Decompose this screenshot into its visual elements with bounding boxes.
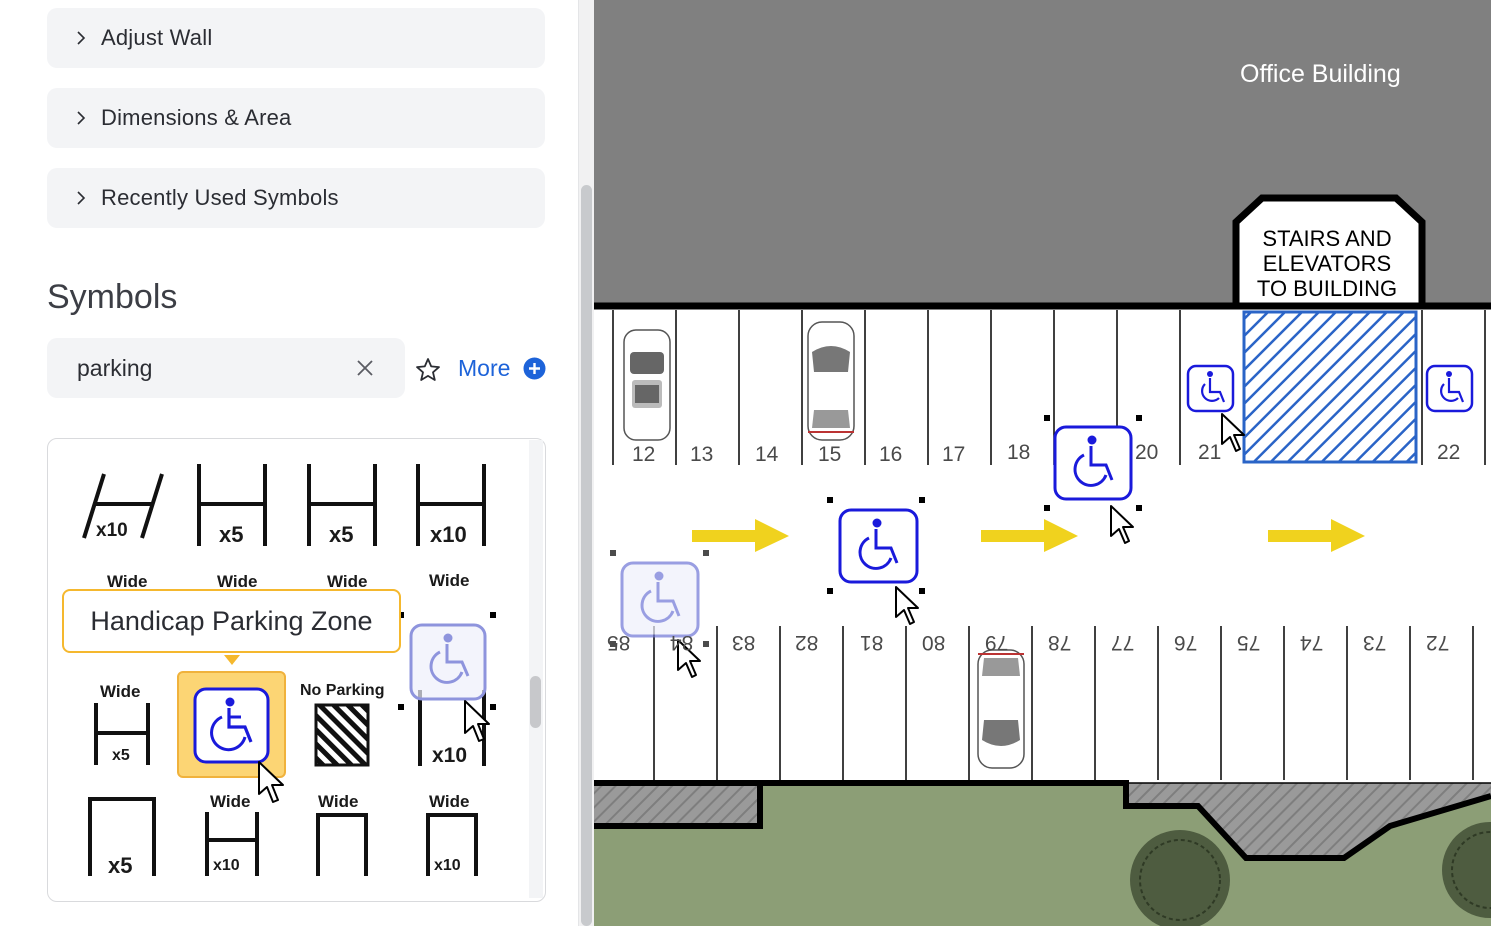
stall-number: 20 [1135,441,1159,464]
symbol-count-label: x5 [112,747,130,764]
car-stall-12 [623,329,671,441]
panel-scrollbar-thumb[interactable] [530,676,541,728]
building-label: Office Building [1240,60,1401,88]
more-link[interactable]: More [458,355,510,382]
car-stall-79 [977,649,1025,769]
stall-number: 75 [1237,631,1261,654]
symbol-count-label: x10 [213,857,240,874]
stall-number: 73 [1363,631,1387,654]
symbol-caption: No Parking [300,682,385,699]
placed-handicap-selected [1044,415,1142,511]
traffic-arrows [692,519,1365,552]
symbols-heading: Symbols [47,278,178,316]
symbol-caption: Wide [429,792,470,811]
stairs-label-line: STAIRS AND [1262,226,1392,251]
stall-number: 81 [860,631,884,654]
stall-number: 83 [732,631,756,654]
stall-number: 76 [1174,631,1198,654]
symbol-search-box [47,338,405,398]
stairs-label-line: TO BUILDING [1256,276,1398,301]
stall-number: 72 [1426,631,1450,654]
stall-number: 15 [818,443,842,466]
placed-handicap-selected [827,497,925,594]
symbol-count-label: x5 [108,853,133,878]
accordion-dimensions-area[interactable]: Dimensions & Area [47,88,545,148]
mouse-cursor-icon [258,761,284,803]
mouse-cursor-icon [464,700,490,742]
stall-number: 82 [795,631,819,654]
stairs-label: STAIRS AND ELEVATORS TO BUILDING [1244,226,1410,301]
accordion-label: Dimensions & Area [101,105,292,130]
floor-plan-canvas[interactable] [594,0,1491,926]
handicap-icon [1186,364,1235,413]
symbol-count-label: x10 [434,857,461,874]
stall-number: 16 [879,443,903,466]
symbol-caption: Wide [318,792,359,811]
stall-number: 84 [670,631,694,654]
stall-number: 85 [607,631,631,654]
symbol-tooltip: Handicap Parking Zone [62,589,401,653]
plus-circle-icon[interactable] [523,357,546,380]
stall-number: 21 [1198,441,1222,464]
stairs-hatched-zone [1242,310,1418,464]
chevron-right-icon [75,109,87,127]
stall-number: 18 [1007,441,1031,464]
stall-number: 12 [632,443,656,466]
no-parking-symbol[interactable] [314,703,370,767]
stairs-label-line: ELEVATORS [1262,251,1392,276]
symbol-library-sidebar: Adjust Wall Dimensions & Area Recently U… [0,0,595,926]
chevron-right-icon [75,29,87,47]
accordion-label: Adjust Wall [101,25,213,50]
symbol-caption: Wide [429,571,470,590]
accordion-recently-used-symbols[interactable]: Recently Used Symbols [47,168,545,228]
symbol-count-label: x10 [430,522,467,547]
symbol-caption: Wide [210,792,251,811]
stall-number: 74 [1300,631,1324,654]
clear-x-icon[interactable] [353,356,377,380]
stall-number: 79 [985,631,1009,654]
symbol-search-input[interactable] [77,338,347,398]
symbol-count-label: x5 [219,522,244,547]
panel-scrollbar-track[interactable] [529,440,543,898]
tooltip-arrow [224,655,240,665]
parking-lot-drawing [594,0,1491,926]
car-stall-15 [807,321,855,441]
stall-number: 22 [1437,441,1461,464]
stall-number: 14 [755,443,779,466]
accordion-label: Recently Used Symbols [101,185,339,210]
accordion-adjust-wall[interactable]: Adjust Wall [47,8,545,68]
stall-number: 77 [1111,631,1135,654]
stall-number: 78 [1048,631,1072,654]
stall-number: 17 [942,443,966,466]
symbol-count-label: x10 [96,520,128,541]
wide-end-parking-symbol[interactable] [314,812,370,876]
stall-number: 13 [690,443,714,466]
handicap-icon [1425,364,1474,413]
symbol-count-label: x10 [432,744,468,767]
chevron-right-icon [75,189,87,207]
symbol-caption: Wide [100,682,141,701]
handicap-icon [193,687,270,764]
stall-number: 80 [922,631,946,654]
star-icon[interactable] [414,356,442,384]
symbol-count-label: x5 [329,522,354,547]
sidebar-scrollbar-thumb[interactable] [581,185,592,926]
